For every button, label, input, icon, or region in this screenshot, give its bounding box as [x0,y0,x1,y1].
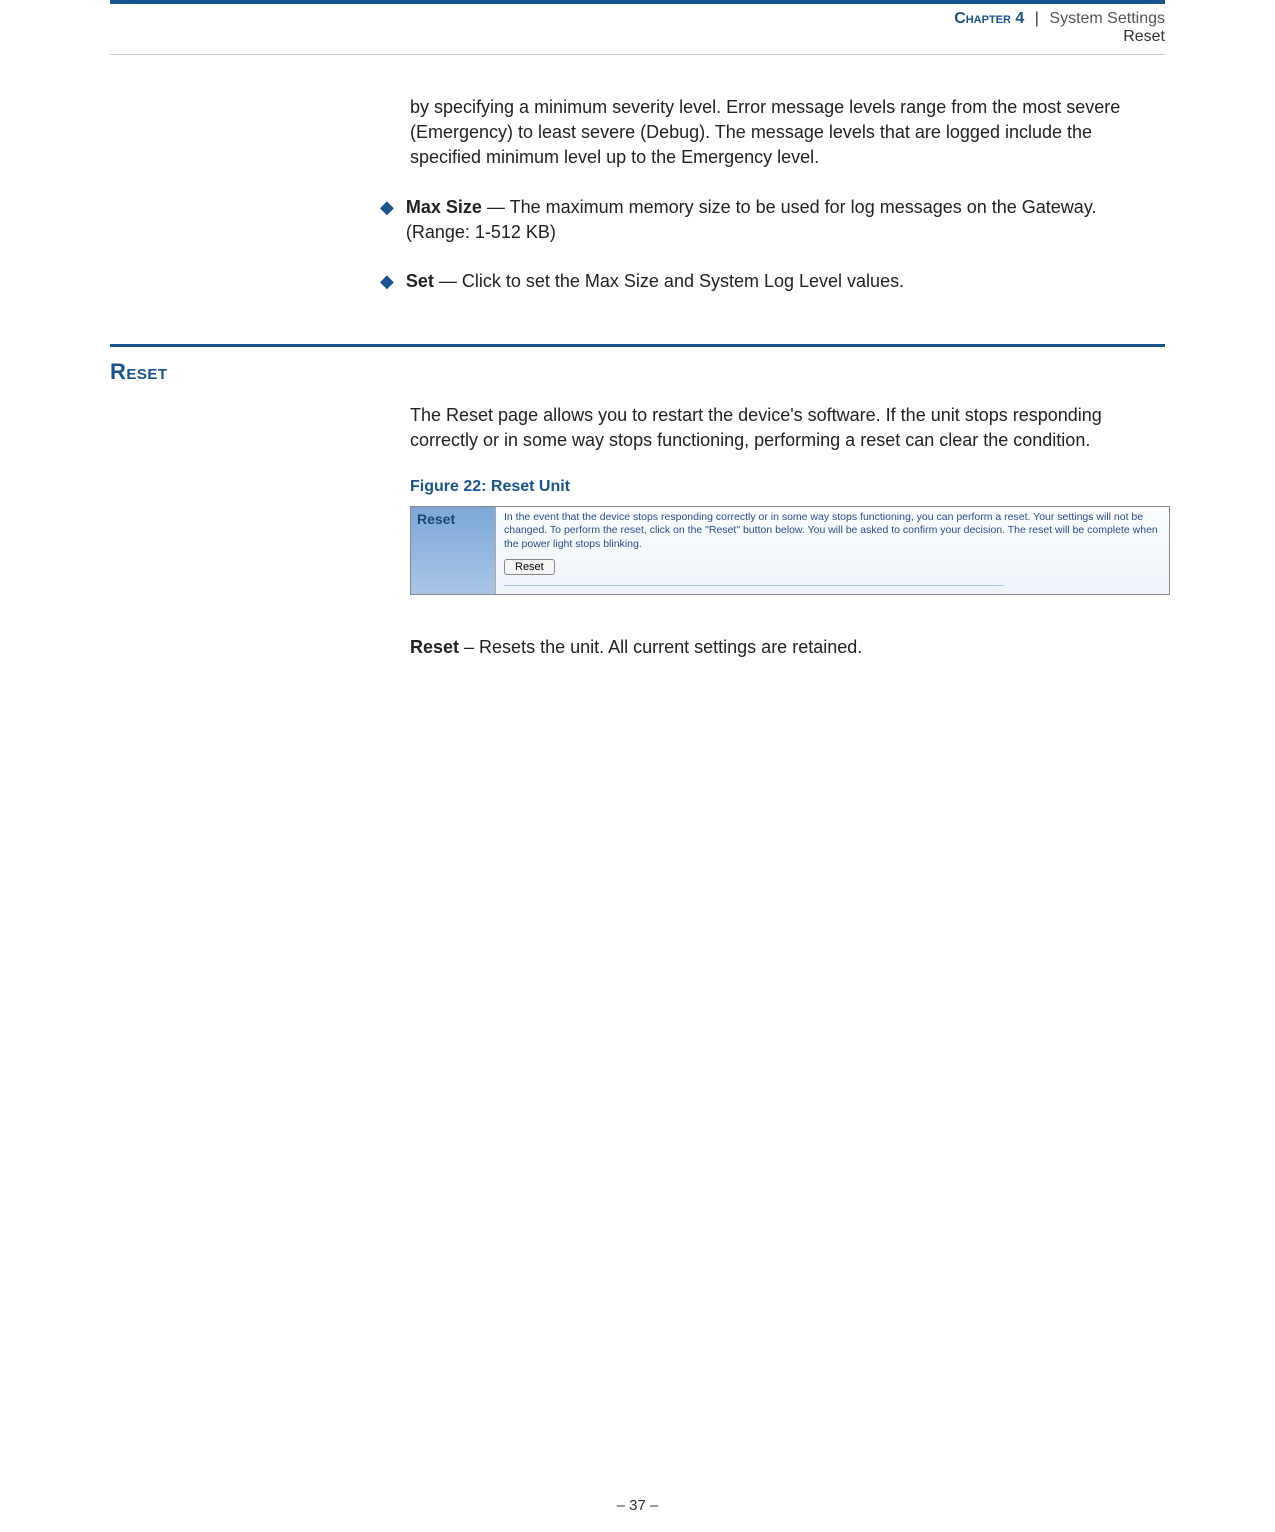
figure-caption: Figure 22: Reset Unit [410,478,1165,496]
reset-button[interactable]: Reset [504,559,555,575]
diamond-bullet-icon: ◆ [380,271,394,292]
header-divider: | [1035,10,1039,27]
figure-reset-unit: Reset In the event that the device stops… [410,506,1170,596]
page-footer: – 37 – [0,1497,1275,1514]
header-subtitle: Reset [110,28,1165,46]
chapter-label: Chapter 4 [954,10,1024,27]
bullet-desc: — The maximum memory size to be used for… [406,197,1097,242]
figure-sidebar: Reset [411,507,496,595]
bullet-item: ◆ Set — Click to set the Max Size and Sy… [380,269,1165,294]
page-content: by specifying a minimum severity level. … [0,55,1275,661]
bullet-text: Max Size — The maximum memory size to be… [406,195,1165,245]
figure-separator [504,585,1004,586]
page-number: – 37 – [617,1497,659,1514]
bullet-label: Max Size [406,197,482,217]
diamond-bullet-icon: ◆ [380,197,394,218]
bullet-item: ◆ Max Size — The maximum memory size to … [380,195,1165,245]
reset-intro-paragraph: The Reset page allows you to restart the… [410,403,1165,453]
chapter-title: System Settings [1049,10,1165,27]
figure-sidebar-label: Reset [417,511,455,527]
section-divider [110,344,1165,347]
bullet-label: Set [406,271,434,291]
bullet-text: Set — Click to set the Max Size and Syst… [406,269,904,294]
intro-paragraph: by specifying a minimum severity level. … [410,95,1165,171]
page-header: Chapter 4 | System Settings Reset [110,0,1165,55]
reset-item-text: – Resets the unit. All current settings … [459,637,862,657]
figure-description: In the event that the device stops respo… [504,511,1161,552]
section-heading-reset: Reset [110,359,1165,385]
reset-item-paragraph: Reset – Resets the unit. All current set… [410,635,1165,660]
bullet-desc: — Click to set the Max Size and System L… [434,271,904,291]
figure-content: In the event that the device stops respo… [496,507,1169,595]
reset-item-label: Reset [410,637,459,657]
